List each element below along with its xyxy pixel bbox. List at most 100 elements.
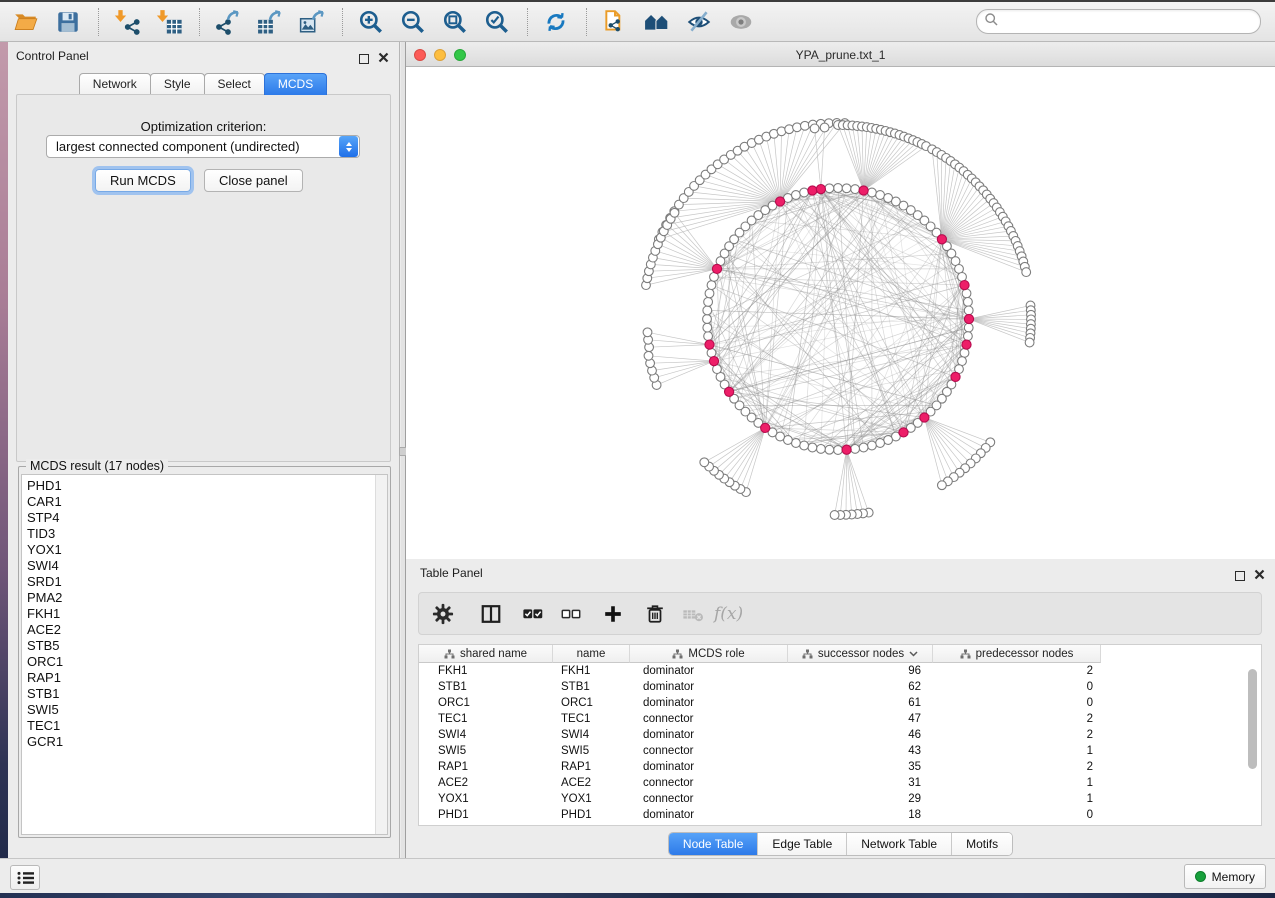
tab-network[interactable]: Network (79, 73, 151, 95)
table-cell[interactable]: dominator (630, 679, 788, 695)
mcds-result-item[interactable]: STB1 (22, 686, 387, 702)
gear-button[interactable] (432, 599, 454, 629)
table-cell[interactable]: 62 (788, 679, 933, 695)
network-canvas[interactable] (406, 67, 1275, 559)
table-cell[interactable]: RAP1 (553, 759, 630, 775)
network-node[interactable] (876, 439, 885, 448)
network-node[interactable] (842, 184, 851, 193)
mcds-result-item[interactable]: TID3 (22, 526, 387, 542)
network-node[interactable] (817, 445, 826, 454)
network-node[interactable] (830, 511, 839, 520)
network-node[interactable] (834, 184, 843, 193)
table-cell[interactable]: 29 (788, 791, 933, 807)
network-node-mcds[interactable] (761, 423, 770, 432)
network-node[interactable] (1022, 268, 1031, 277)
network-node[interactable] (960, 349, 969, 358)
table-cell[interactable]: dominator (630, 807, 788, 823)
table-cell[interactable]: 2 (933, 759, 1101, 775)
table-cell[interactable]: YOX1 (419, 791, 553, 807)
table-row[interactable]: ORC1ORC1dominator610 (419, 695, 1101, 711)
network-node[interactable] (859, 443, 868, 452)
network-node[interactable] (704, 332, 713, 341)
network-node[interactable] (670, 208, 679, 217)
criterion-dropdown[interactable]: largest connected component (undirected) (46, 135, 360, 158)
table-cell[interactable]: 1 (933, 775, 1101, 791)
tab-mcds[interactable]: MCDS (264, 73, 327, 95)
table-scrollbar[interactable] (1247, 647, 1259, 823)
network-node[interactable] (834, 446, 843, 455)
network-node-mcds[interactable] (937, 235, 946, 244)
memory-button[interactable]: Memory (1184, 864, 1266, 889)
column-header-name[interactable]: name (553, 645, 630, 663)
float-panel-icon[interactable] (359, 54, 369, 64)
network-node-mcds[interactable] (725, 387, 734, 396)
network-node[interactable] (825, 184, 834, 193)
network-node[interactable] (704, 298, 713, 307)
network-node-mcds[interactable] (709, 357, 718, 366)
mcds-result-item[interactable]: CAR1 (22, 494, 387, 510)
network-node-mcds[interactable] (776, 197, 785, 206)
network-node-mcds[interactable] (960, 281, 969, 290)
network-node[interactable] (793, 123, 802, 132)
network-node-mcds[interactable] (964, 314, 973, 323)
network-node-mcds[interactable] (816, 185, 825, 194)
export-image-button[interactable] (296, 6, 328, 38)
network-node[interactable] (705, 289, 714, 298)
network-node[interactable] (825, 445, 834, 454)
float-table-panel-icon[interactable] (1235, 571, 1245, 581)
network-node[interactable] (964, 298, 973, 307)
table-cell[interactable]: PHD1 (553, 807, 630, 823)
network-node[interactable] (820, 123, 829, 132)
table-cell[interactable]: ACE2 (553, 775, 630, 791)
table-cell[interactable]: SWI4 (419, 727, 553, 743)
table-cell[interactable]: 46 (788, 727, 933, 743)
table-cell[interactable]: 2 (933, 727, 1101, 743)
new-network-from-selection-button[interactable] (599, 6, 631, 38)
tab-motifs[interactable]: Motifs (952, 833, 1012, 855)
network-node-mcds[interactable] (920, 413, 929, 422)
task-history-button[interactable] (10, 865, 40, 890)
table-cell[interactable]: FKH1 (553, 663, 630, 679)
table-cell[interactable]: PHD1 (419, 807, 553, 823)
network-node[interactable] (964, 332, 973, 341)
network-node[interactable] (707, 281, 716, 290)
network-node[interactable] (792, 191, 801, 200)
network-node[interactable] (810, 124, 819, 133)
zoom-out-button[interactable] (397, 6, 429, 38)
export-table-button[interactable] (254, 6, 286, 38)
network-node-mcds[interactable] (962, 340, 971, 349)
network-node-mcds[interactable] (842, 445, 851, 454)
mcds-result-item[interactable]: TEC1 (22, 718, 387, 734)
import-network-button[interactable] (111, 6, 143, 38)
table-row[interactable]: YOX1YOX1connector291 (419, 791, 1101, 807)
table-row[interactable]: STB1STB1dominator620 (419, 679, 1101, 695)
close-panel-button[interactable]: Close panel (204, 169, 303, 192)
column-header-shared-name[interactable]: shared name (419, 645, 553, 663)
show-all-button[interactable] (725, 6, 757, 38)
network-window-titlebar[interactable]: YPA_prune.txt_1 (406, 44, 1275, 67)
table-cell[interactable]: 1 (933, 743, 1101, 759)
search-field[interactable] (976, 9, 1261, 34)
table-cell[interactable]: YOX1 (553, 791, 630, 807)
table-cell[interactable]: connector (630, 743, 788, 759)
network-node[interactable] (938, 481, 947, 490)
mcds-result-item[interactable]: GCR1 (22, 734, 387, 750)
tab-edge-table[interactable]: Edge Table (758, 833, 847, 855)
network-node[interactable] (962, 289, 971, 298)
network-node[interactable] (801, 121, 810, 130)
table-cell[interactable]: 47 (788, 711, 933, 727)
table-row[interactable]: PHD1PHD1dominator180 (419, 807, 1101, 823)
table-cell[interactable]: connector (630, 791, 788, 807)
table-row[interactable]: ACE2ACE2connector311 (419, 775, 1101, 791)
network-node[interactable] (644, 351, 653, 360)
network-node[interactable] (643, 328, 652, 337)
table-cell[interactable]: 96 (788, 663, 933, 679)
table-cell[interactable]: STB1 (419, 679, 553, 695)
zoom-selected-button[interactable] (481, 6, 513, 38)
table-cell[interactable]: connector (630, 775, 788, 791)
table-cell[interactable]: 61 (788, 695, 933, 711)
table-cell[interactable]: ORC1 (553, 695, 630, 711)
mcds-result-item[interactable]: FKH1 (22, 606, 387, 622)
open-button[interactable] (10, 6, 42, 38)
tab-select[interactable]: Select (204, 73, 265, 95)
